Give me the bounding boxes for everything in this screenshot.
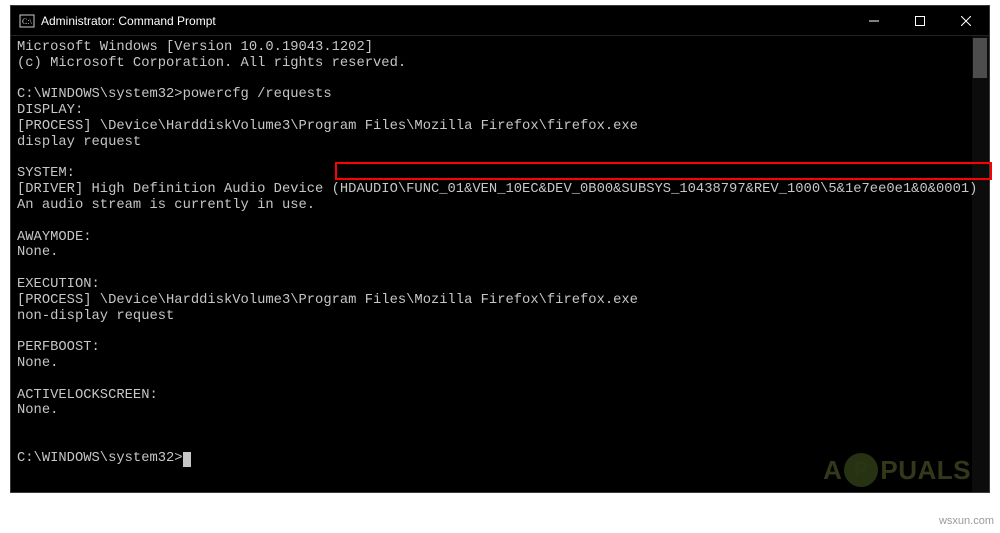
awaymode-header: AWAYMODE:: [17, 230, 92, 245]
perfboost-none: None.: [17, 356, 58, 371]
copyright-line: (c) Microsoft Corporation. All rights re…: [17, 56, 406, 71]
minimize-button[interactable]: [851, 6, 897, 36]
execution-header: EXECUTION:: [17, 277, 100, 292]
version-line: Microsoft Windows [Version 10.0.19043.12…: [17, 40, 373, 55]
prompt-command: C:\WINDOWS\system32>powercfg /requests: [17, 87, 332, 102]
activelockscreen-header: ACTIVELOCKSCREEN:: [17, 388, 158, 403]
prompt-idle: C:\WINDOWS\system32>: [17, 451, 183, 466]
watermark-post: PUALS: [880, 455, 971, 486]
window-title: Administrator: Command Prompt: [41, 14, 216, 28]
source-footer: wsxun.com: [939, 515, 994, 527]
command-prompt-window: C:\ Administrator: Command Prompt Micros…: [10, 5, 990, 493]
cursor: [183, 452, 191, 467]
system-driver-line: [DRIVER] High Definition Audio Device (H…: [17, 182, 977, 197]
close-button[interactable]: [943, 6, 989, 36]
cmd-icon: C:\: [19, 13, 35, 29]
close-icon: [961, 16, 971, 26]
svg-text:C:\: C:\: [22, 17, 33, 26]
perfboost-header: PERFBOOST:: [17, 340, 100, 355]
awaymode-none: None.: [17, 245, 58, 260]
system-header: SYSTEM:: [17, 166, 75, 181]
minimize-icon: [869, 16, 879, 26]
titlebar[interactable]: C:\ Administrator: Command Prompt: [11, 6, 989, 36]
execution-request: non-display request: [17, 309, 174, 324]
display-request: display request: [17, 135, 141, 150]
maximize-icon: [915, 16, 925, 26]
system-message: An audio stream is currently in use.: [17, 198, 315, 213]
execution-process: [PROCESS] \Device\HarddiskVolume3\Progra…: [17, 293, 638, 308]
display-header: DISPLAY:: [17, 103, 83, 118]
maximize-button[interactable]: [897, 6, 943, 36]
activelockscreen-none: None.: [17, 403, 58, 418]
watermark-pre: A: [823, 455, 842, 486]
display-process: [PROCESS] \Device\HarddiskVolume3\Progra…: [17, 119, 638, 134]
watermark: A P PUALS: [823, 453, 971, 487]
terminal-output[interactable]: Microsoft Windows [Version 10.0.19043.12…: [11, 36, 989, 492]
watermark-icon: P: [844, 453, 878, 487]
